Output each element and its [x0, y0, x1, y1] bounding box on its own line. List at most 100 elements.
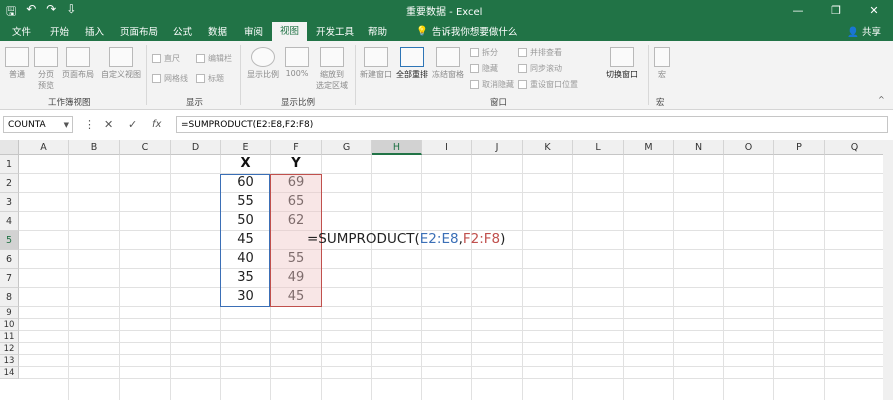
tab-developer[interactable]: 开发工具	[316, 24, 354, 38]
switch-windows-button[interactable]: 切换窗口	[600, 47, 644, 80]
page-layout-view-button[interactable]: 页面布局	[60, 47, 96, 80]
hide-button[interactable]: 隐藏	[470, 63, 498, 74]
row-header-13[interactable]: 13	[0, 355, 19, 367]
tab-insert[interactable]: 插入	[85, 24, 104, 38]
page-layout-icon	[66, 47, 90, 67]
tab-page-layout[interactable]: 页面布局	[120, 24, 158, 38]
macros-button[interactable]: 宏	[652, 47, 672, 80]
checkbox-icon	[196, 54, 205, 63]
row-header-6[interactable]: 6	[0, 250, 19, 269]
column-header-c[interactable]: C	[120, 140, 171, 155]
search-label: 告诉我你想要做什么	[431, 27, 518, 38]
collapse-ribbon-button[interactable]: ^	[878, 95, 885, 104]
tab-data[interactable]: 数据	[208, 24, 227, 38]
row-header-11[interactable]: 11	[0, 331, 19, 343]
row-header-8[interactable]: 8	[0, 288, 19, 307]
new-window-button[interactable]: 新建窗口	[358, 47, 394, 80]
row-header-9[interactable]: 9	[0, 307, 19, 319]
row-gridline	[19, 211, 883, 212]
minimize-button[interactable]: —	[779, 0, 817, 20]
row-header-7[interactable]: 7	[0, 269, 19, 288]
worksheet-grid[interactable]: ABCDEFGHIJKLMNOPQ 1 2 3 4 5 6 7 8 9 10 11 12 13 14 X …	[0, 140, 893, 400]
column-header-f[interactable]: F	[271, 140, 322, 155]
column-header-j[interactable]: J	[472, 140, 523, 155]
close-button[interactable]: ✕	[855, 0, 893, 20]
split-button[interactable]: 拆分	[470, 47, 498, 58]
arrange-all-icon	[400, 47, 424, 67]
group-label-zoom: 显示比例	[281, 98, 316, 108]
column-header-o[interactable]: O	[724, 140, 774, 155]
vertical-scrollbar[interactable]	[883, 140, 893, 400]
group-label-window: 窗口	[490, 98, 508, 108]
reset-window-position-button[interactable]: 重设窗口位置	[518, 79, 578, 90]
row-header-1[interactable]: 1	[0, 155, 19, 174]
arrange-all-button[interactable]: 全部重排	[394, 47, 430, 80]
column-header-e[interactable]: E	[221, 140, 271, 155]
cell-f5-formula-edit[interactable]: =SUMPRODUCT(E2:E8,F2:F8)	[307, 231, 505, 247]
zoom-button[interactable]: 显示比例	[246, 47, 280, 80]
column-header-g[interactable]: G	[322, 140, 372, 155]
share-button[interactable]: 👤 共享	[847, 24, 881, 38]
tab-formulas[interactable]: 公式	[173, 24, 192, 38]
row-header-14[interactable]: 14	[0, 367, 19, 379]
group-separator	[240, 45, 241, 105]
zoom-selection-icon	[320, 47, 344, 67]
tell-me-search[interactable]: 💡 告诉我你想要做什么	[416, 24, 518, 39]
column-header-a[interactable]: A	[19, 140, 69, 155]
name-box[interactable]: COUNTA ▼	[3, 116, 73, 133]
row-header-10[interactable]: 10	[0, 319, 19, 331]
column-header-p[interactable]: P	[774, 140, 825, 155]
row-header-12[interactable]: 12	[0, 343, 19, 355]
row-gridline	[19, 342, 883, 343]
column-gridline	[471, 155, 472, 400]
cancel-icon[interactable]: ✕	[104, 118, 113, 131]
custom-views-button[interactable]: 自定义视图	[98, 47, 144, 80]
group-separator	[648, 45, 649, 105]
gridlines-checkbox[interactable]: 网格线	[152, 73, 188, 84]
cell-f1-header-y[interactable]: Y	[271, 156, 321, 171]
zoom-to-selection-button[interactable]: 缩放到 选定区域	[312, 47, 352, 91]
column-header-i[interactable]: I	[422, 140, 472, 155]
select-all-corner[interactable]	[0, 140, 19, 155]
column-header-q[interactable]: Q	[825, 140, 885, 155]
column-header-d[interactable]: D	[171, 140, 221, 155]
ruler-checkbox[interactable]: 直尺	[152, 53, 180, 64]
column-header-b[interactable]: B	[69, 140, 120, 155]
zoom-100-button[interactable]: 100%	[284, 47, 310, 78]
column-header-n[interactable]: N	[674, 140, 724, 155]
zoom-100-icon	[285, 47, 309, 67]
column-header-m[interactable]: M	[624, 140, 674, 155]
formula-input[interactable]: =SUMPRODUCT(E2:E8,F2:F8)	[176, 116, 888, 133]
unhide-button[interactable]: 取消隐藏	[470, 79, 514, 90]
column-header-h[interactable]: H	[372, 140, 422, 155]
tab-review[interactable]: 审阅	[244, 24, 263, 38]
tab-view[interactable]: 视图	[272, 22, 308, 41]
column-gridline	[119, 155, 120, 400]
new-window-icon	[364, 47, 388, 67]
view-side-by-side-button[interactable]: 并排查看	[518, 47, 562, 58]
page-break-preview-button[interactable]: 分页 预览	[34, 47, 58, 91]
tab-home[interactable]: 开始	[50, 24, 69, 38]
restore-button[interactable]: ❐	[817, 0, 855, 20]
column-header-l[interactable]: L	[573, 140, 624, 155]
cell-e1-header-x[interactable]: X	[221, 156, 270, 171]
headings-checkbox[interactable]: 标题	[196, 73, 224, 84]
enter-icon[interactable]: ✓	[128, 118, 137, 131]
freeze-panes-icon	[436, 47, 460, 67]
row-header-5[interactable]: 5	[0, 231, 19, 250]
column-header-k[interactable]: K	[523, 140, 573, 155]
freeze-panes-button[interactable]: 冻结窗格	[430, 47, 466, 80]
row-header-2[interactable]: 2	[0, 174, 19, 193]
group-separator	[355, 45, 356, 105]
normal-view-button[interactable]: 普通	[4, 47, 30, 80]
insert-function-icon[interactable]: fx	[152, 119, 161, 130]
sync-scroll-button[interactable]: 同步滚动	[518, 63, 562, 74]
formula-bar-checkbox[interactable]: 编辑栏	[196, 53, 232, 64]
tab-help[interactable]: 帮助	[368, 24, 387, 38]
lightbulb-icon: 💡	[416, 25, 428, 37]
row-header-4[interactable]: 4	[0, 212, 19, 231]
row-header-3[interactable]: 3	[0, 193, 19, 212]
macro-icon	[654, 47, 670, 67]
tab-file[interactable]: 文件	[12, 24, 31, 38]
drag-handle-icon[interactable]: ⋮	[84, 118, 95, 131]
